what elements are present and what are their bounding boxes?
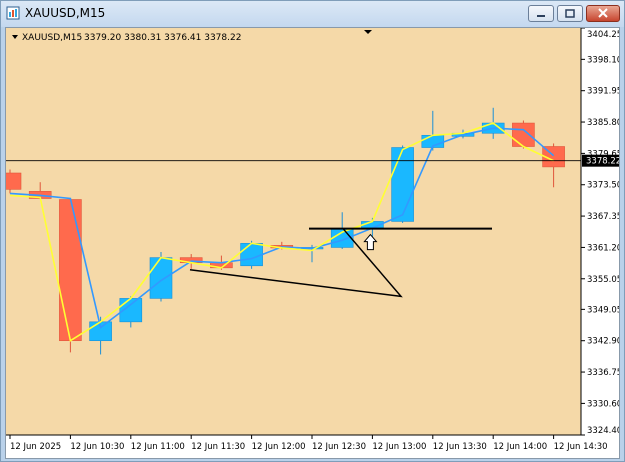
bear-candle-body <box>512 122 535 147</box>
current-price-label: 3378.22 <box>586 157 619 167</box>
time-tick-label: 12 Jun 11:30 <box>191 442 245 452</box>
symbol-label: XAUUSD,M15 <box>22 33 82 43</box>
price-tick-label: 3367.35 <box>587 212 619 222</box>
window-title: XAUUSD,M15 <box>25 6 106 20</box>
time-tick-label: 12 Jun 14:00 <box>493 442 547 452</box>
bear-candle-body <box>0 172 22 190</box>
time-tick-label: 12 Jun 2025 <box>10 442 61 452</box>
time-tick-label: 12 Jun 12:30 <box>312 442 366 452</box>
restore-button[interactable] <box>557 5 583 22</box>
ohlc-readout: 3379.20 3380.31 3376.41 3378.22 <box>84 33 241 43</box>
price-tick-label: 3349.05 <box>587 305 619 315</box>
price-tick-label: 3404.25 <box>587 30 619 40</box>
minimize-icon <box>537 15 545 17</box>
price-tick-label: 3355.05 <box>587 275 619 285</box>
price-tick-label: 3391.95 <box>587 87 619 97</box>
restore-icon <box>565 9 575 18</box>
price-tick-label: 3361.20 <box>587 243 619 253</box>
candlestick-chart[interactable]: 3404.253398.103391.953385.803379.653373.… <box>0 27 622 458</box>
minimize-button[interactable] <box>528 5 554 22</box>
time-tick-label: 12 Jun 12:00 <box>252 442 306 452</box>
bear-candle-body <box>59 199 82 342</box>
price-tick-label: 3398.10 <box>587 55 619 65</box>
price-tick-label: 3336.75 <box>587 368 619 378</box>
bull-candle-body <box>391 147 414 222</box>
chart-window: XAUUSD,M15 3404.25 3398.10 3391.95 3385.80 3… <box>0 0 625 462</box>
candle <box>512 120 535 149</box>
candle <box>59 198 82 353</box>
price-tick-label: 3342.90 <box>587 337 619 347</box>
price-tick-label: 3330.60 <box>587 399 619 409</box>
title-bar[interactable]: XAUUSD,M15 <box>1 1 624 27</box>
time-tick-label: 12 Jun 11:00 <box>131 442 185 452</box>
close-button[interactable] <box>586 5 620 22</box>
close-icon <box>598 8 608 18</box>
time-tick-label: 12 Jun 14:30 <box>554 442 608 452</box>
time-tick-label: 12 Jun 10:30 <box>70 442 124 452</box>
price-tick-label: 3385.80 <box>587 118 619 128</box>
candle <box>391 145 414 223</box>
price-tick-label: 3324.40 <box>587 426 619 436</box>
chart-area[interactable]: 3404.25 3398.10 3391.95 3385.80 3379.65 3373.… <box>0 27 622 459</box>
plot-background <box>6 28 581 435</box>
bull-candle-body <box>240 243 263 267</box>
time-tick-label: 12 Jun 13:00 <box>372 442 426 452</box>
bull-candle-body <box>149 257 173 299</box>
time-tick-label: 12 Jun 13:30 <box>433 442 487 452</box>
price-tick-label: 3373.50 <box>587 181 619 191</box>
chart-app-icon <box>6 6 20 20</box>
